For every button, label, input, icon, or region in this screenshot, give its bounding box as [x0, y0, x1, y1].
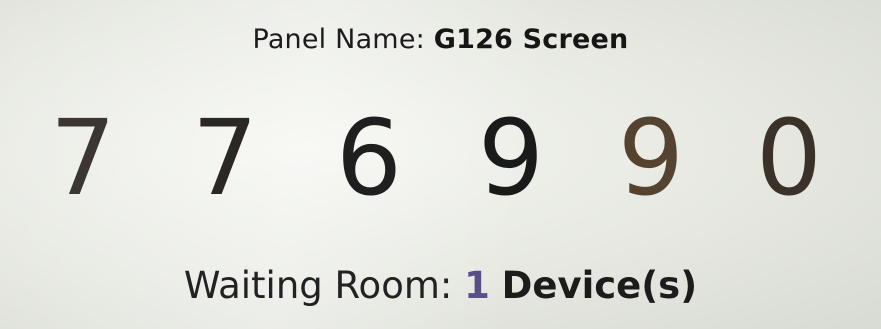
waiting-room-line: Waiting Room: 1 Device(s)	[0, 264, 881, 307]
pairing-code-digit: 6	[335, 97, 403, 219]
waiting-room-unit: Device(s)	[501, 264, 698, 307]
panel-name-line: Panel Name: G126 Screen	[0, 24, 881, 55]
pairing-code: 7 7 6 9 9 0	[0, 98, 881, 218]
waiting-room-label: Waiting Room:	[183, 264, 453, 307]
pairing-code-digit: 7	[191, 97, 259, 219]
pairing-code-digit: 9	[617, 97, 685, 219]
panel-name-value: G126 Screen	[433, 24, 629, 55]
waiting-room-count: 1	[464, 264, 490, 307]
pairing-code-digit: 0	[755, 97, 823, 219]
pairing-code-digit: 9	[477, 97, 545, 219]
panel-name-label: Panel Name:	[252, 24, 425, 55]
pairing-code-digit: 7	[49, 97, 117, 219]
